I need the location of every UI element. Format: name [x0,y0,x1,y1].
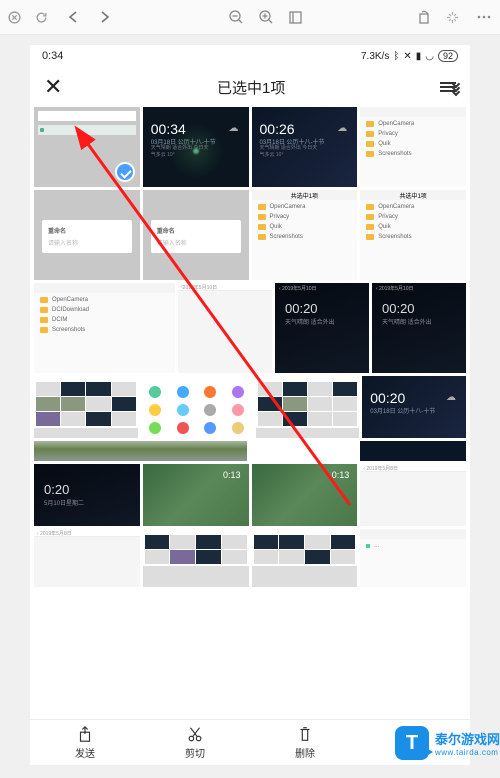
thumb-empty-1[interactable]: ‹ 2019年5月10日 [178,283,272,373]
watermark-cn: 泰尔游戏网 [435,729,500,748]
battery-level: 92 [438,50,458,62]
thumb-dialog-1[interactable]: 重命名请输入名称 [34,190,140,280]
signal-icon: ▮ [416,51,422,62]
thumb-partial-1[interactable]: ‹ 2019年5月8日 [34,529,140,587]
sparkle-icon[interactable] [445,10,460,25]
send-button[interactable]: 发送 [75,725,95,760]
thumb-apps[interactable] [141,376,253,438]
refresh-icon[interactable] [35,11,48,24]
thumb-gallery-2[interactable] [256,376,360,438]
cloud-icon: ☁ [229,123,239,134]
thumb-filelist-3[interactable]: 共选中1项 OpenCamera Privacy Quik Screenshot… [360,190,466,280]
thumb-blank[interactable] [250,441,357,461]
thumb-landscape[interactable] [34,441,247,461]
thumb-lockscreen-4[interactable]: ‹ 2019年5月10日 00:20 天气晴朗 适合外出 [372,283,466,373]
delete-button[interactable]: 删除 [295,725,315,760]
watermark-en: www.tairda.com [435,748,500,757]
thumb-gallery-3[interactable] [143,529,249,587]
cloud-icon: ☁ [446,392,456,403]
thumbnail-grid: 00:34 03月18日 公历十八-十节 天气晴朗 适合外出 今日天气多云 10… [30,107,470,719]
thumb-filelist-2[interactable]: 共选中1项 OpenCamera Privacy Quik Screenshot… [252,190,358,280]
close-icon[interactable]: ✕ [44,74,62,100]
cloud-icon: ☁ [337,123,347,134]
vibrate-icon: ✕ [403,51,411,62]
browser-toolbar [0,0,500,35]
thumb-lockscreen-5[interactable]: 00:20 03月18日 公历十八-十节 ☁ [362,376,466,438]
check-icon [115,162,135,182]
bluetooth-icon: ᛒ [393,51,399,62]
fit-icon[interactable] [288,10,303,25]
thumb-photo-2[interactable]: 0:13 [252,464,358,526]
thumb-lockscreen-6[interactable]: 0:20 5月10日星期二 [34,464,140,526]
back-icon[interactable] [64,10,82,24]
status-bar: 0:34 7.3K/s ᛒ ✕ ▮ ◡ 92 [30,45,470,67]
wifi-icon: ◡ [425,51,434,62]
thumb-lockscreen-2[interactable]: 00:26 03月18日 公历十八-十节 天气晴朗 适合外出 今日天气多云 10… [252,107,358,187]
select-all-icon[interactable] [440,82,456,92]
thumb-lockscreen-3[interactable]: ‹ 2019年5月10日 00:20 天气晴朗 适合外出 [275,283,369,373]
net-speed: 7.3K/s [361,51,389,62]
more-icon[interactable] [476,10,492,24]
thumb-gallery-4[interactable] [252,529,358,587]
thumb-selected[interactable] [34,107,140,187]
thumb-gallery-1[interactable] [34,376,138,438]
status-time: 0:34 [42,50,361,62]
selection-title: 已选中1项 [62,77,440,98]
cut-button[interactable]: 剪切 [185,725,205,760]
watermark-logo: T [395,726,429,760]
thumb-lockscreen-1[interactable]: 00:34 03月18日 公历十八-十节 天气晴朗 适合外出 今日天气多云 10… [143,107,249,187]
zoom-in-icon[interactable] [258,9,274,25]
thumb-dialog-2[interactable]: 重命名请输入名称 [143,190,249,280]
forward-icon[interactable] [96,10,114,24]
thumb-partial-4[interactable]: ... [360,529,466,587]
rotate-icon[interactable] [416,10,431,25]
watermark: T 泰尔游戏网 www.tairda.com [395,726,500,760]
thumb-filelist-4[interactable]: OpenCamera DCIDownload DCIM Screenshots [34,283,175,373]
close-tab-icon[interactable] [8,11,21,24]
thumb-filelist-1[interactable]: OpenCamera Privacy Quik Screenshots [360,107,466,187]
thumb-dark-strip[interactable] [360,441,467,461]
phone-screenshot: 0:34 7.3K/s ᛒ ✕ ▮ ◡ 92 ✕ 已选中1项 00:34 03月… [30,45,470,765]
thumb-empty-2[interactable]: ‹ 2019年5月8日 [360,464,466,526]
thumb-photo-1[interactable]: 0:13 [143,464,249,526]
selection-header: ✕ 已选中1项 [30,67,470,107]
zoom-out-icon[interactable] [228,9,244,25]
